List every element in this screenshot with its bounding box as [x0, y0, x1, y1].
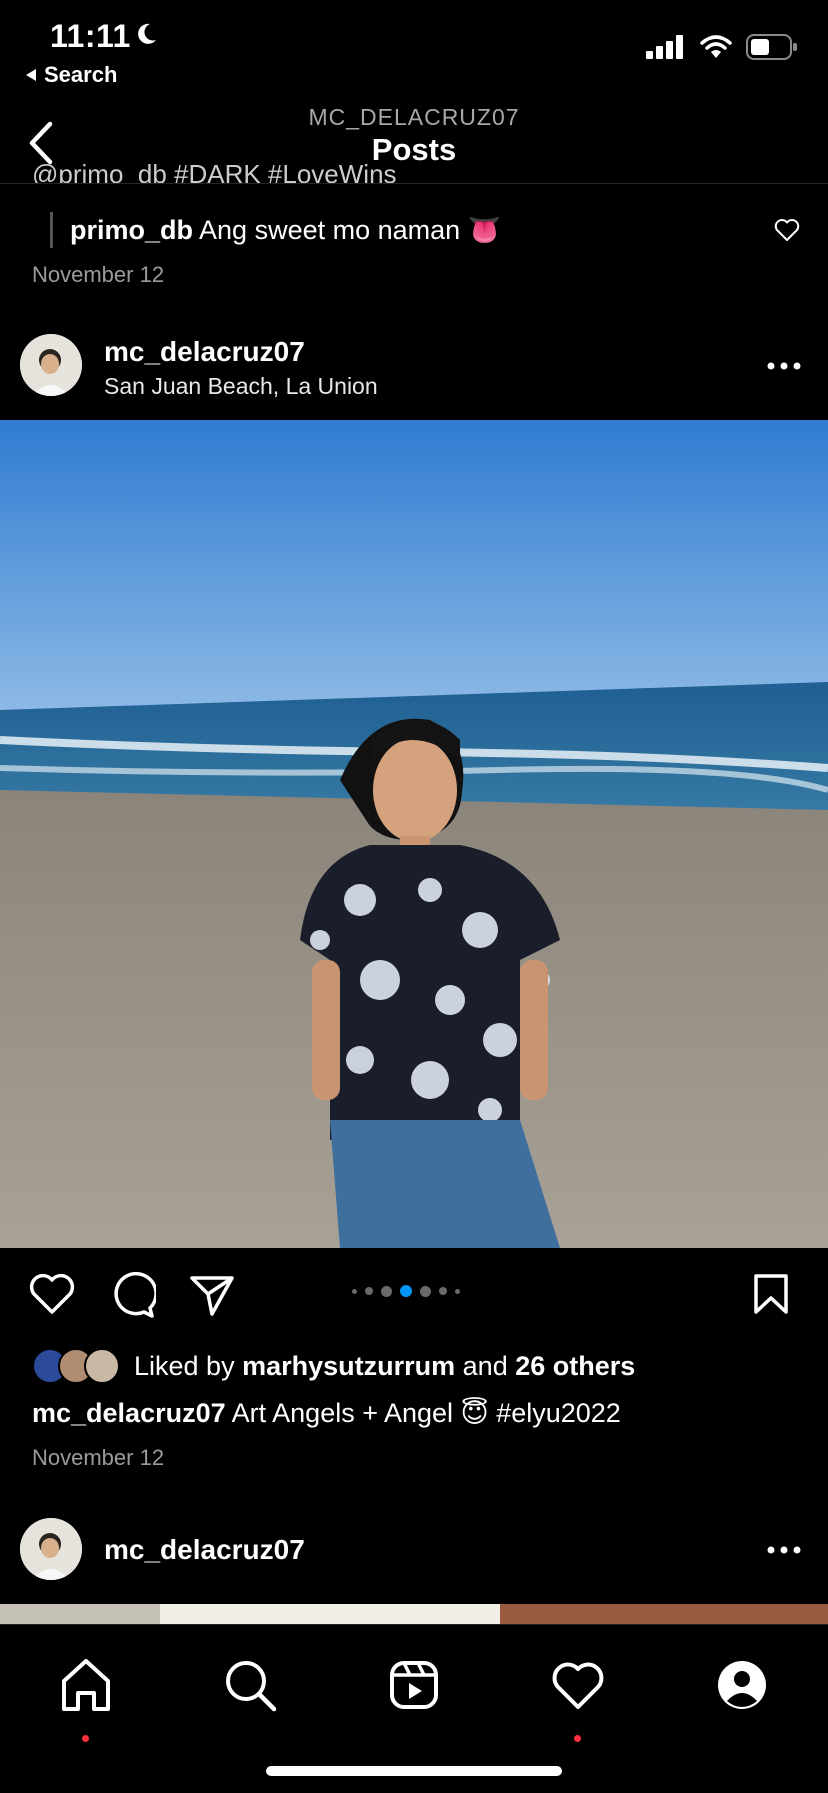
previous-caption-fragment: @primo_db #DARK #LoveWins — [32, 164, 397, 184]
previous-post-date: November 12 — [32, 262, 165, 287]
status-time: 11:11 — [50, 18, 131, 54]
liked-by-user[interactable]: marhysutzurrum — [242, 1351, 455, 1382]
liked-by-row[interactable]: Liked by marhysutzurrum and 26 others — [32, 1348, 635, 1384]
avatar[interactable] — [20, 334, 82, 396]
profile-username-header: MC_DELACRUZ07 — [308, 104, 520, 130]
liker-avatar — [84, 1348, 120, 1384]
carousel-dot — [381, 1285, 392, 1297]
bookmark-icon[interactable] — [752, 1272, 790, 1316]
carousel-dot — [365, 1287, 373, 1295]
home-indicator — [266, 1766, 562, 1776]
carousel-dot — [352, 1288, 357, 1294]
activity-notification-dot — [574, 1735, 581, 1742]
heart-icon[interactable] — [548, 1655, 608, 1715]
post-caption: mc_delacruz07 Art Angels + Angel 😇 #elyu… — [32, 1398, 621, 1429]
home-notification-dot — [82, 1735, 89, 1742]
home-icon[interactable] — [56, 1655, 116, 1715]
next-post-photo-edge[interactable] — [0, 1604, 828, 1624]
back-search-label: Search — [44, 62, 118, 87]
page-title: Posts — [371, 132, 457, 167]
carousel-dot — [420, 1285, 431, 1297]
status-icons — [646, 34, 798, 60]
liked-by-prefix: Liked by — [134, 1350, 235, 1381]
signal-icon — [646, 35, 683, 59]
next-post-username[interactable]: mc_delacruz07 — [104, 1534, 305, 1566]
next-post-more-options-icon[interactable] — [766, 1545, 802, 1555]
header-divider — [0, 183, 828, 184]
battery-icon — [746, 34, 797, 60]
avatar-photo — [20, 1518, 82, 1580]
reply-text: Ang sweet mo naman 👅 — [199, 215, 502, 245]
share-send-icon[interactable] — [188, 1274, 236, 1318]
post-photo[interactable] — [0, 420, 828, 1248]
liked-by-others[interactable]: 26 others — [515, 1351, 635, 1382]
caption-username[interactable]: mc_delacruz07 — [32, 1398, 226, 1428]
back-to-search[interactable]: Search — [24, 62, 117, 88]
like-heart-icon[interactable] — [28, 1272, 76, 1316]
comment-like-icon[interactable] — [774, 218, 800, 242]
next-post-avatar[interactable] — [20, 1518, 82, 1580]
moon-icon — [138, 23, 156, 44]
carousel-dot — [455, 1288, 460, 1294]
carousel-dot — [439, 1287, 447, 1295]
post-username[interactable]: mc_delacruz07 — [104, 336, 305, 368]
carousel-indicator — [352, 1285, 460, 1297]
beach-photo — [0, 420, 828, 1248]
carousel-dot-active — [400, 1285, 412, 1297]
comment-bubble-icon[interactable] — [108, 1272, 156, 1318]
post-date: November 12 — [32, 1445, 165, 1470]
caption-text: Art Angels + Angel 😇 #elyu2022 — [231, 1398, 621, 1428]
wifi-icon — [700, 35, 732, 58]
reply-thread-line — [50, 212, 53, 248]
avatar-photo — [20, 334, 82, 396]
comment-reply: primo_db Ang sweet mo naman 👅 — [70, 214, 501, 246]
profile-icon[interactable] — [712, 1655, 772, 1715]
back-triangle-icon — [26, 69, 36, 81]
liked-by-and: and — [462, 1350, 508, 1381]
more-options-icon[interactable] — [766, 361, 802, 371]
search-icon[interactable] — [220, 1655, 280, 1715]
reels-icon[interactable] — [384, 1655, 444, 1715]
reply-username[interactable]: primo_db — [70, 215, 193, 245]
post-location[interactable]: San Juan Beach, La Union — [104, 373, 378, 400]
